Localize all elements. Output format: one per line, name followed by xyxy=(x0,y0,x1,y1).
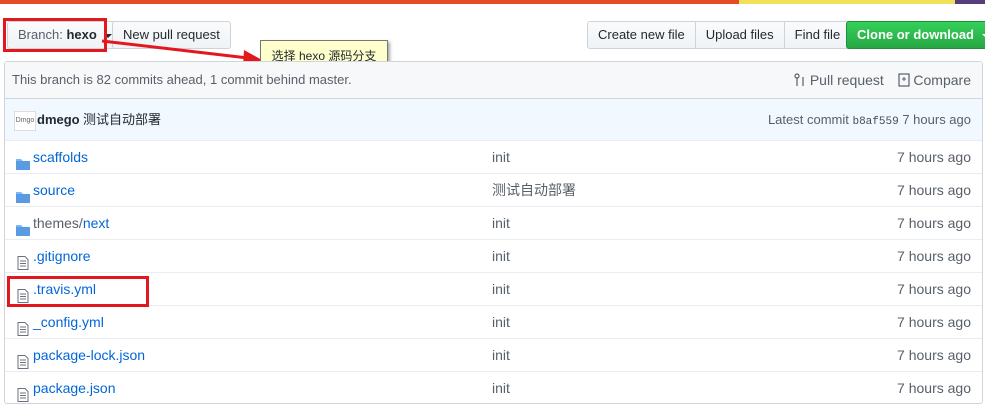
folder-icon xyxy=(15,150,31,170)
find-file-button[interactable]: Find file xyxy=(783,21,852,49)
file-commit-message[interactable]: 测试自动部署 xyxy=(492,174,576,207)
latest-commit-info: Latest commit b8af559 7 hours ago xyxy=(768,99,971,143)
file-row: themes/next init 7 hours ago xyxy=(5,206,982,240)
file-name: .gitignore xyxy=(33,248,91,264)
file-commit-message[interactable]: init xyxy=(492,306,510,339)
file-name: package.json xyxy=(33,380,116,396)
caret-down-icon xyxy=(981,33,985,38)
file-name: source xyxy=(33,182,76,198)
file-age: 7 hours ago xyxy=(897,248,971,264)
branch-status-bar: This branch is 82 commits ahead, 1 commi… xyxy=(5,62,982,99)
file-age: 7 hours ago xyxy=(897,347,971,363)
language-segment xyxy=(955,0,985,4)
avatar[interactable]: Dmgo xyxy=(14,111,36,131)
create-new-file-button[interactable]: Create new file xyxy=(587,21,696,49)
file-row: package.json init 7 hours ago xyxy=(5,371,982,405)
file-age: 7 hours ago xyxy=(897,215,971,231)
file-icon xyxy=(15,315,31,336)
file-name-link[interactable]: _config.yml xyxy=(33,306,104,339)
file-row: .gitignore init 7 hours ago xyxy=(5,239,982,273)
language-bar xyxy=(0,0,985,4)
file-commit-message[interactable]: init xyxy=(492,273,510,306)
file-icon xyxy=(15,348,31,369)
file-panel: This branch is 82 commits ahead, 1 commi… xyxy=(4,61,983,404)
file-commit-message[interactable]: init xyxy=(492,372,510,405)
file-name-link[interactable]: themes/next xyxy=(33,207,109,240)
file-age: 7 hours ago xyxy=(897,149,971,165)
file-commit-message[interactable]: init xyxy=(492,240,510,273)
pull-request-icon xyxy=(794,73,804,86)
file-name: themes/ xyxy=(33,215,83,231)
file-row: _config.yml init 7 hours ago xyxy=(5,305,982,339)
file-name-suffix: next xyxy=(82,215,110,231)
file-age: 7 hours ago xyxy=(897,380,971,396)
commit-sha-link[interactable]: b8af559 xyxy=(852,116,898,128)
file-name: scaffolds xyxy=(33,149,88,165)
file-name: package-lock.json xyxy=(33,347,146,363)
commit-message[interactable]: 测试自动部署 xyxy=(83,99,161,140)
annotation-box-travis xyxy=(7,276,149,307)
compare-label: Compare xyxy=(913,72,971,88)
file-name-link[interactable]: source xyxy=(33,174,75,207)
file-name-link[interactable]: package-lock.json xyxy=(33,339,145,372)
file-row: .travis.yml init 7 hours ago xyxy=(5,272,982,306)
folder-icon xyxy=(15,183,31,203)
file-name-link[interactable]: package.json xyxy=(33,372,116,405)
commit-age: 7 hours ago xyxy=(902,112,971,127)
commit-author[interactable]: dmego xyxy=(37,99,80,140)
file-commit-message[interactable]: init xyxy=(492,339,510,372)
annotation-box-branch xyxy=(3,18,107,52)
file-name-link[interactable]: scaffolds xyxy=(33,141,88,174)
branch-status-text: This branch is 82 commits ahead, 1 commi… xyxy=(12,72,352,87)
pull-request-link[interactable]: Pull request xyxy=(794,62,884,99)
clone-download-button[interactable]: Clone or download xyxy=(846,21,985,49)
language-segment xyxy=(738,0,956,4)
pull-request-label: Pull request xyxy=(809,72,884,88)
latest-commit-bar: Dmgo dmego 测试自动部署 Latest commit b8af559 … xyxy=(5,99,982,141)
compare-icon xyxy=(898,73,910,87)
file-icon xyxy=(15,381,31,402)
file-commit-message[interactable]: init xyxy=(492,141,510,174)
folder-icon xyxy=(15,216,31,236)
language-segment xyxy=(0,0,739,4)
latest-commit-label: Latest commit xyxy=(767,112,849,127)
file-name-link[interactable]: .gitignore xyxy=(33,240,91,273)
file-age: 7 hours ago xyxy=(897,281,971,297)
clone-label: Clone or download xyxy=(857,27,974,42)
upload-files-button[interactable]: Upload files xyxy=(694,21,785,49)
file-row: source 测试自动部署 7 hours ago xyxy=(5,173,982,207)
file-commit-message[interactable]: init xyxy=(492,207,510,240)
file-age: 7 hours ago xyxy=(897,182,971,198)
file-icon xyxy=(15,249,31,270)
compare-link[interactable]: Compare xyxy=(898,62,971,99)
file-row: package-lock.json init 7 hours ago xyxy=(5,338,982,372)
file-name: _config.yml xyxy=(33,314,104,330)
file-actions-group: Create new file Upload files Find file xyxy=(587,21,852,49)
file-age: 7 hours ago xyxy=(897,314,971,330)
file-row: scaffolds init 7 hours ago xyxy=(5,140,982,174)
